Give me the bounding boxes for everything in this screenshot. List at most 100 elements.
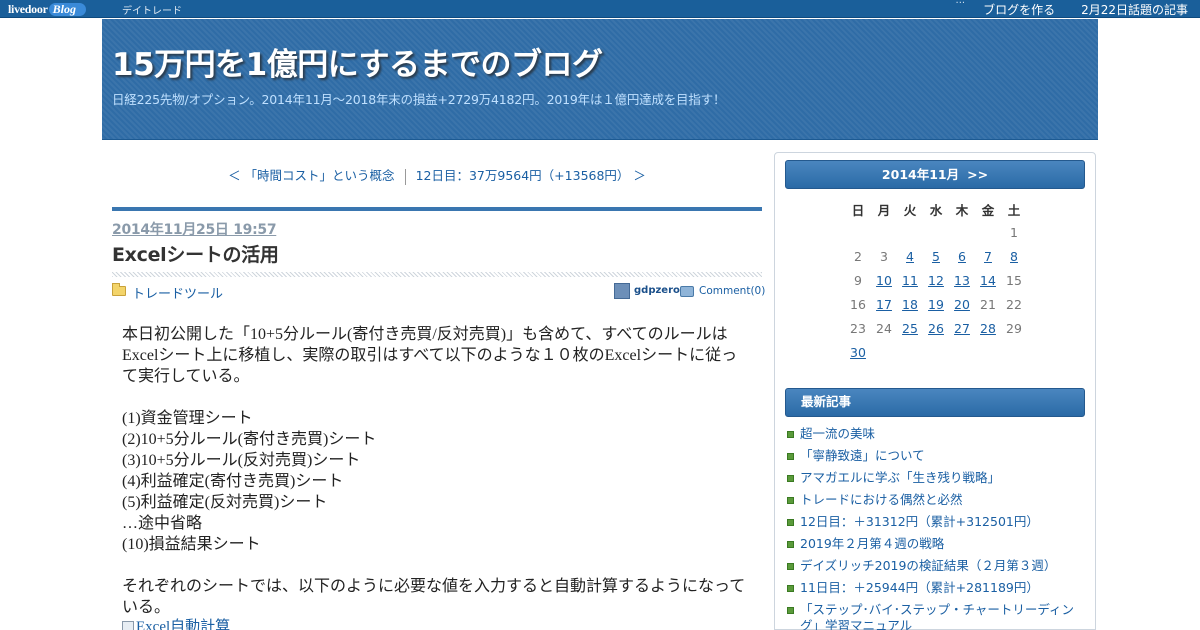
calendar-table: 日月火水木金土 1 2 3 4 5 6 7 8 9 10 11 12 13 14 15 16 17 18 19 20 2… — [845, 198, 1027, 364]
calendar-day — [897, 220, 923, 244]
author-link[interactable]: gdpzero — [634, 285, 680, 296]
calendar-month: 2014年11月 — [881, 167, 960, 182]
excel-image-link[interactable]: Excel自動計算 — [122, 618, 231, 630]
list-item: (5)利益確定(反対売買)シート — [122, 494, 328, 511]
calendar-day[interactable]: 6 — [949, 244, 975, 268]
recent-article-link[interactable]: 「寧静致遠」について — [800, 448, 925, 464]
list-item: 11日目：＋25944円（累計+281189円） — [785, 580, 1089, 602]
calendar-day — [871, 340, 897, 364]
calendar-day[interactable]: 8 — [1001, 244, 1027, 268]
logo-blog-text: Blog — [48, 2, 86, 16]
calendar-day[interactable]: 7 — [975, 244, 1001, 268]
calendar-day[interactable]: 11 — [897, 268, 923, 292]
create-blog-link[interactable]: ブログを作る — [983, 1, 1055, 18]
blog-description: 日経225先物/オプション。2014年11月～2018年末の損益+2729万41… — [112, 92, 726, 107]
calendar-header: 2014年11月 >> — [785, 160, 1085, 189]
bullet-icon — [787, 519, 794, 526]
bullet-icon — [787, 453, 794, 460]
list-item: (2)10+5分ルール(寄付き売買)シート — [122, 431, 377, 448]
author-avatar-icon[interactable] — [614, 283, 630, 299]
recent-article-link[interactable]: デイズリッチ2019の検証結果（２月第３週） — [800, 558, 1056, 574]
list-item: …途中省略 — [122, 515, 203, 532]
blog-title[interactable]: 15万円を1億円にするまでのブログ — [112, 39, 603, 84]
nav-separator — [404, 168, 406, 185]
category-link[interactable]: デイトレード — [122, 2, 182, 17]
folder-icon — [112, 283, 126, 296]
separator — [1055, 1, 1081, 18]
calendar-day[interactable]: 28 — [975, 316, 1001, 340]
bullet-icon — [787, 585, 794, 592]
calendar-day[interactable]: 10 — [871, 268, 897, 292]
calendar-day[interactable]: 14 — [975, 268, 1001, 292]
post-body: 本日初公開した「10+5分ルール(寄付き売買/反対売買)」も含めて、すべてのルー… — [122, 324, 747, 630]
calendar-day — [975, 220, 1001, 244]
topic-articles-link[interactable]: 2月22日話題の記事 — [1081, 1, 1188, 18]
recent-article-link[interactable]: 12日目：＋31312円（累計+312501円） — [800, 514, 1039, 530]
calendar-day — [845, 220, 871, 244]
recent-article-link[interactable]: 11日目：＋25944円（累計+281189円） — [800, 580, 1039, 596]
calendar-day: 9 — [854, 272, 862, 288]
calendar-day[interactable]: 19 — [923, 292, 949, 316]
calendar-day: 23 — [850, 320, 866, 336]
calendar-weekday: 水 — [929, 202, 943, 218]
bullet-icon — [787, 541, 794, 548]
calendar-day: 15 — [1006, 272, 1022, 288]
calendar-day — [1001, 340, 1027, 364]
calendar-day: 29 — [1006, 320, 1022, 336]
logo-main-text: livedoor — [8, 1, 48, 16]
list-item: トレードにおける偶然と必然 — [785, 492, 1089, 514]
bullet-icon — [787, 475, 794, 482]
calendar-day — [897, 340, 923, 364]
post-category-link[interactable]: トレードツール — [132, 283, 223, 302]
image-alt-text: Excel自動計算 — [136, 618, 231, 630]
calendar-weekday: 日 — [851, 202, 865, 218]
prev-post-link[interactable]: ＜ 「時間コスト」という概念 — [220, 165, 402, 184]
comment-icon — [680, 286, 694, 297]
calendar-day[interactable]: 26 — [923, 316, 949, 340]
calendar-day[interactable]: 27 — [949, 316, 975, 340]
calendar-day — [975, 340, 1001, 364]
list-item: アマガエルに学ぶ「生き残り戦略」 — [785, 470, 1089, 492]
calendar-day[interactable]: 12 — [923, 268, 949, 292]
comment-link[interactable]: Comment(0) — [699, 285, 765, 297]
calendar-day[interactable]: 17 — [871, 292, 897, 316]
top-bar: livedoor Blog デイトレード ··· ブログを作る 2月22日話題の… — [0, 0, 1200, 18]
list-item: 「寧静致遠」について — [785, 448, 1089, 470]
calendar-day[interactable]: 20 — [949, 292, 975, 316]
calendar-day: 3 — [880, 248, 888, 264]
list-item: 「ステップ･バイ･ステップ・チャートリーディング」学習マニュアル — [785, 602, 1089, 630]
broken-image-icon — [122, 621, 134, 630]
recent-article-link[interactable]: 超一流の美味 — [800, 426, 875, 442]
calendar-day — [923, 220, 949, 244]
calendar-day: 1 — [1010, 224, 1018, 240]
next-post-link[interactable]: 12日目：37万9564円（+13568円） ＞ — [408, 165, 654, 184]
recent-article-link[interactable]: 「ステップ･バイ･ステップ・チャートリーディング」学習マニュアル — [800, 602, 1089, 630]
recent-article-link[interactable]: トレードにおける偶然と必然 — [800, 492, 963, 508]
post-paragraph: それぞれのシートでは、以下のように必要な値を入力すると自動計算するようになってい… — [122, 578, 746, 616]
calendar-day[interactable]: 30 — [845, 340, 871, 364]
calendar-day: 2 — [854, 248, 862, 264]
livedoor-blog-logo[interactable]: livedoor Blog — [8, 1, 86, 17]
calendar-day: 16 — [850, 296, 866, 312]
calendar-day[interactable]: 4 — [897, 244, 923, 268]
calendar-day[interactable]: 25 — [897, 316, 923, 340]
list-item: 12日目：＋31312円（累計+312501円） — [785, 514, 1089, 536]
calendar-day: 24 — [876, 320, 892, 336]
calendar-next-link[interactable]: >> — [967, 167, 988, 182]
post-date[interactable]: 2014年11月25日 19:57 — [112, 219, 277, 239]
recent-article-link[interactable]: アマガエルに学ぶ「生き残り戦略」 — [800, 470, 1000, 486]
post-paragraph: 本日初公開した「10+5分ルール(寄付き売買/反対売買)」も含めて、すべてのルー… — [122, 326, 738, 385]
post-title-divider — [112, 272, 762, 277]
main-column: ＜ 「時間コスト」という概念 12日目：37万9564円（+13568円） ＞ 2… — [102, 150, 772, 630]
calendar-weekday: 土 — [1007, 202, 1021, 218]
post-top-border — [112, 207, 762, 211]
blog-header: 15万円を1億円にするまでのブログ 日経225先物/オプション。2014年11月… — [102, 19, 1098, 140]
post-navigation: ＜ 「時間コスト」という概念 12日目：37万9564円（+13568円） ＞ — [102, 165, 772, 185]
calendar-day[interactable]: 18 — [897, 292, 923, 316]
calendar-day — [923, 340, 949, 364]
recent-article-link[interactable]: 2019年２月第４週の戦略 — [800, 536, 944, 552]
calendar-day[interactable]: 5 — [923, 244, 949, 268]
calendar-day[interactable]: 13 — [949, 268, 975, 292]
bullet-icon — [787, 431, 794, 438]
calendar-day: 21 — [980, 296, 996, 312]
